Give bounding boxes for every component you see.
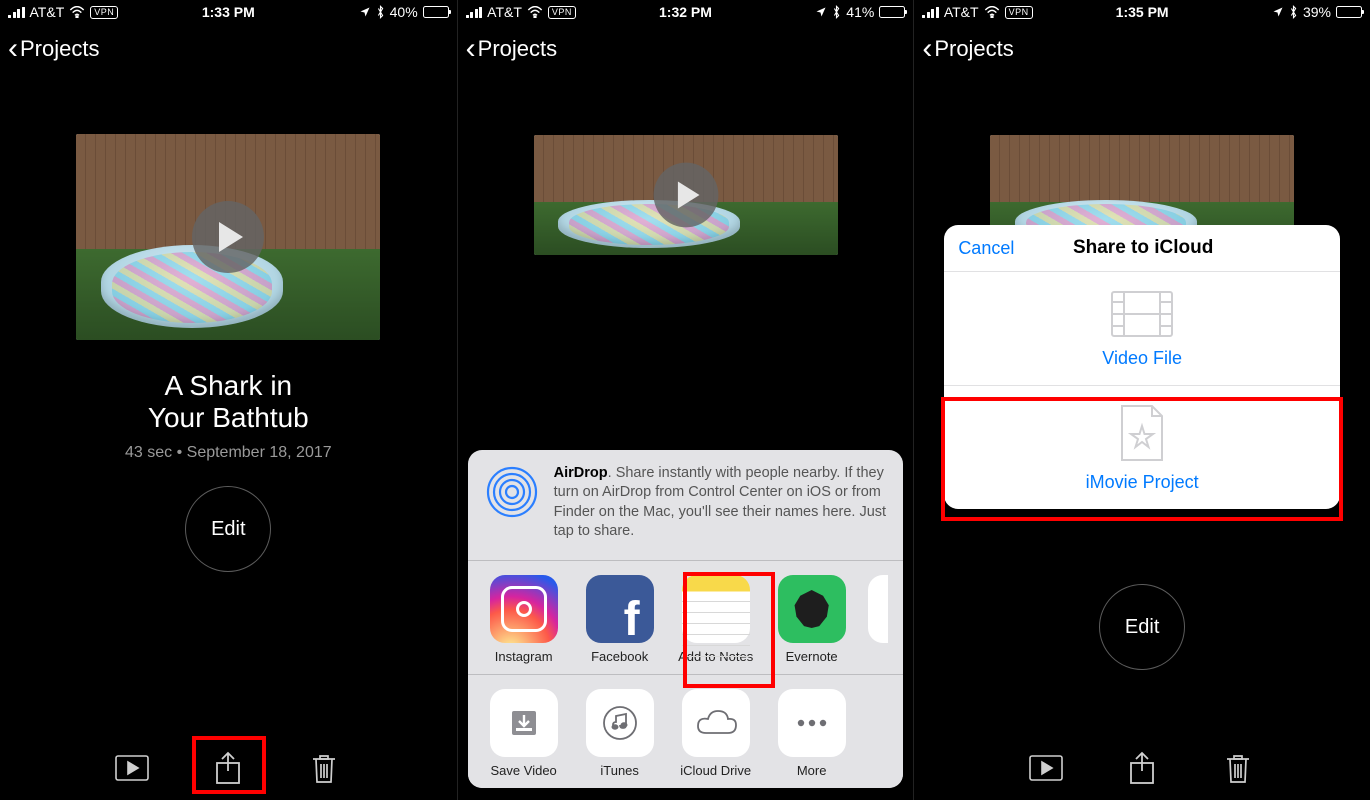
modal-title: Share to iCloud xyxy=(960,237,1326,259)
battery-pct: 40% xyxy=(390,4,418,20)
share-app-overflow[interactable] xyxy=(868,575,888,664)
bluetooth-icon xyxy=(1289,5,1298,19)
vpn-badge: VPN xyxy=(90,6,118,19)
vpn-badge: VPN xyxy=(1005,6,1033,19)
airdrop-icon xyxy=(484,464,540,520)
facebook-icon xyxy=(586,575,654,643)
option-imovie-project[interactable]: iMovie Project xyxy=(944,385,1340,509)
action-more[interactable]: More xyxy=(772,689,852,778)
battery-icon xyxy=(879,6,905,18)
nav-back-label: Projects xyxy=(478,36,557,62)
chevron-left-icon: ‹ xyxy=(922,34,932,64)
bottom-toolbar xyxy=(914,736,1370,800)
option-video-file[interactable]: Video File xyxy=(944,272,1340,385)
share-button[interactable] xyxy=(1122,748,1162,788)
panel-3-share-to-icloud: AT&T VPN 1:35 PM 39% ‹ Projects Edit xyxy=(913,0,1370,800)
share-button[interactable] xyxy=(208,748,248,788)
bluetooth-icon xyxy=(832,5,841,19)
status-bar: AT&T VPN 1:35 PM 39% xyxy=(914,0,1370,24)
icloud-icon xyxy=(682,689,750,757)
option-label: iMovie Project xyxy=(1086,472,1199,493)
carrier-label: AT&T xyxy=(30,4,65,20)
project-meta: 43 sec • September 18, 2017 xyxy=(125,444,332,462)
itunes-icon xyxy=(586,689,654,757)
delete-button[interactable] xyxy=(304,748,344,788)
play-fullscreen-button[interactable] xyxy=(1026,748,1066,788)
project-title: A Shark inYour Bathtub xyxy=(148,370,309,434)
video-file-icon xyxy=(1110,290,1174,338)
more-icon xyxy=(778,689,846,757)
share-app-facebook[interactable]: Facebook xyxy=(580,575,660,664)
cell-signal-icon xyxy=(466,7,483,18)
airdrop-section[interactable]: AirDrop. Share instantly with people nea… xyxy=(468,450,904,560)
instagram-icon xyxy=(490,575,558,643)
nav-back-label: Projects xyxy=(934,36,1013,62)
action-save-video[interactable]: Save Video xyxy=(484,689,564,778)
notes-icon xyxy=(682,575,750,643)
evernote-icon xyxy=(778,575,846,643)
wifi-icon xyxy=(984,6,1000,18)
edit-button[interactable]: Edit xyxy=(185,486,271,572)
status-bar: AT&T VPN 1:33 PM 40% xyxy=(0,0,457,24)
chevron-left-icon: ‹ xyxy=(8,34,18,64)
location-icon xyxy=(1272,6,1284,18)
nav-back-label: Projects xyxy=(20,36,99,62)
action-itunes[interactable]: iTunes xyxy=(580,689,660,778)
carrier-label: AT&T xyxy=(944,4,979,20)
battery-icon xyxy=(423,6,449,18)
action-icloud-drive[interactable]: iCloud Drive xyxy=(676,689,756,778)
share-app-instagram[interactable]: Instagram xyxy=(484,575,564,664)
bottom-toolbar xyxy=(0,736,457,800)
nav-back-button[interactable]: ‹ Projects xyxy=(0,24,457,74)
cell-signal-icon xyxy=(8,7,25,18)
nav-back-button[interactable]: ‹ Projects xyxy=(458,24,914,74)
project-thumbnail xyxy=(534,135,838,255)
play-icon xyxy=(192,201,264,273)
cell-signal-icon xyxy=(922,7,939,18)
panel-2-share-sheet: AT&T VPN 1:32 PM 41% ‹ Projects xyxy=(457,0,914,800)
delete-button[interactable] xyxy=(1218,748,1258,788)
wifi-icon xyxy=(69,6,85,18)
chevron-left-icon: ‹ xyxy=(466,34,476,64)
nav-back-button[interactable]: ‹ Projects xyxy=(914,24,1370,74)
bluetooth-icon xyxy=(376,5,385,19)
share-app-row: Instagram Facebook Add to Notes Evernote xyxy=(468,561,904,674)
play-icon xyxy=(653,163,718,228)
panel-1-project-detail: AT&T VPN 1:33 PM 40% ‹ Projects A Shark … xyxy=(0,0,457,800)
status-bar: AT&T VPN 1:32 PM 41% xyxy=(458,0,914,24)
battery-pct: 41% xyxy=(846,4,874,20)
overflow-icon xyxy=(868,575,888,643)
share-app-evernote[interactable]: Evernote xyxy=(772,575,852,664)
location-icon xyxy=(359,6,371,18)
carrier-label: AT&T xyxy=(487,4,522,20)
imovie-project-icon xyxy=(1118,404,1166,462)
option-label: Video File xyxy=(1102,348,1182,369)
project-thumbnail[interactable] xyxy=(76,134,380,340)
vpn-badge: VPN xyxy=(548,6,576,19)
edit-button[interactable]: Edit xyxy=(1099,584,1185,670)
save-video-icon xyxy=(490,689,558,757)
share-to-icloud-modal: Cancel Share to iCloud Video File iMovie… xyxy=(944,225,1340,509)
airdrop-text: AirDrop. Share instantly with people nea… xyxy=(554,464,888,542)
wifi-icon xyxy=(527,6,543,18)
share-sheet: AirDrop. Share instantly with people nea… xyxy=(468,450,904,788)
play-fullscreen-button[interactable] xyxy=(112,748,152,788)
share-action-row: Save Video iTunes iCloud Drive More xyxy=(468,675,904,788)
share-app-notes[interactable]: Add to Notes xyxy=(676,575,756,664)
battery-icon xyxy=(1336,6,1362,18)
battery-pct: 39% xyxy=(1303,4,1331,20)
location-icon xyxy=(815,6,827,18)
